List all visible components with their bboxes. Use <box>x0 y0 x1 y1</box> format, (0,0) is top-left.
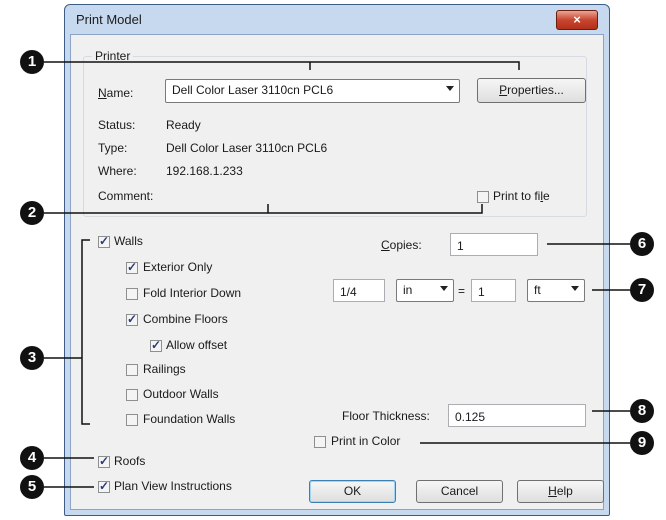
callout-badge-7: 7 <box>630 278 654 302</box>
callout-badge-1: 1 <box>20 50 44 74</box>
callout-badge-3: 3 <box>20 346 44 370</box>
callout-badge-6: 6 <box>630 232 654 256</box>
leader-line-3 <box>44 239 90 425</box>
callout-badge-9: 9 <box>630 431 654 455</box>
leader-line-1 <box>44 61 520 70</box>
callout-badge-4: 4 <box>20 446 44 470</box>
callout-badge-2: 2 <box>20 201 44 225</box>
leader-line-2 <box>44 204 483 214</box>
callout-badge-5: 5 <box>20 475 44 499</box>
callout-leader-lines <box>44 61 630 488</box>
callout-badge-8: 8 <box>630 399 654 423</box>
